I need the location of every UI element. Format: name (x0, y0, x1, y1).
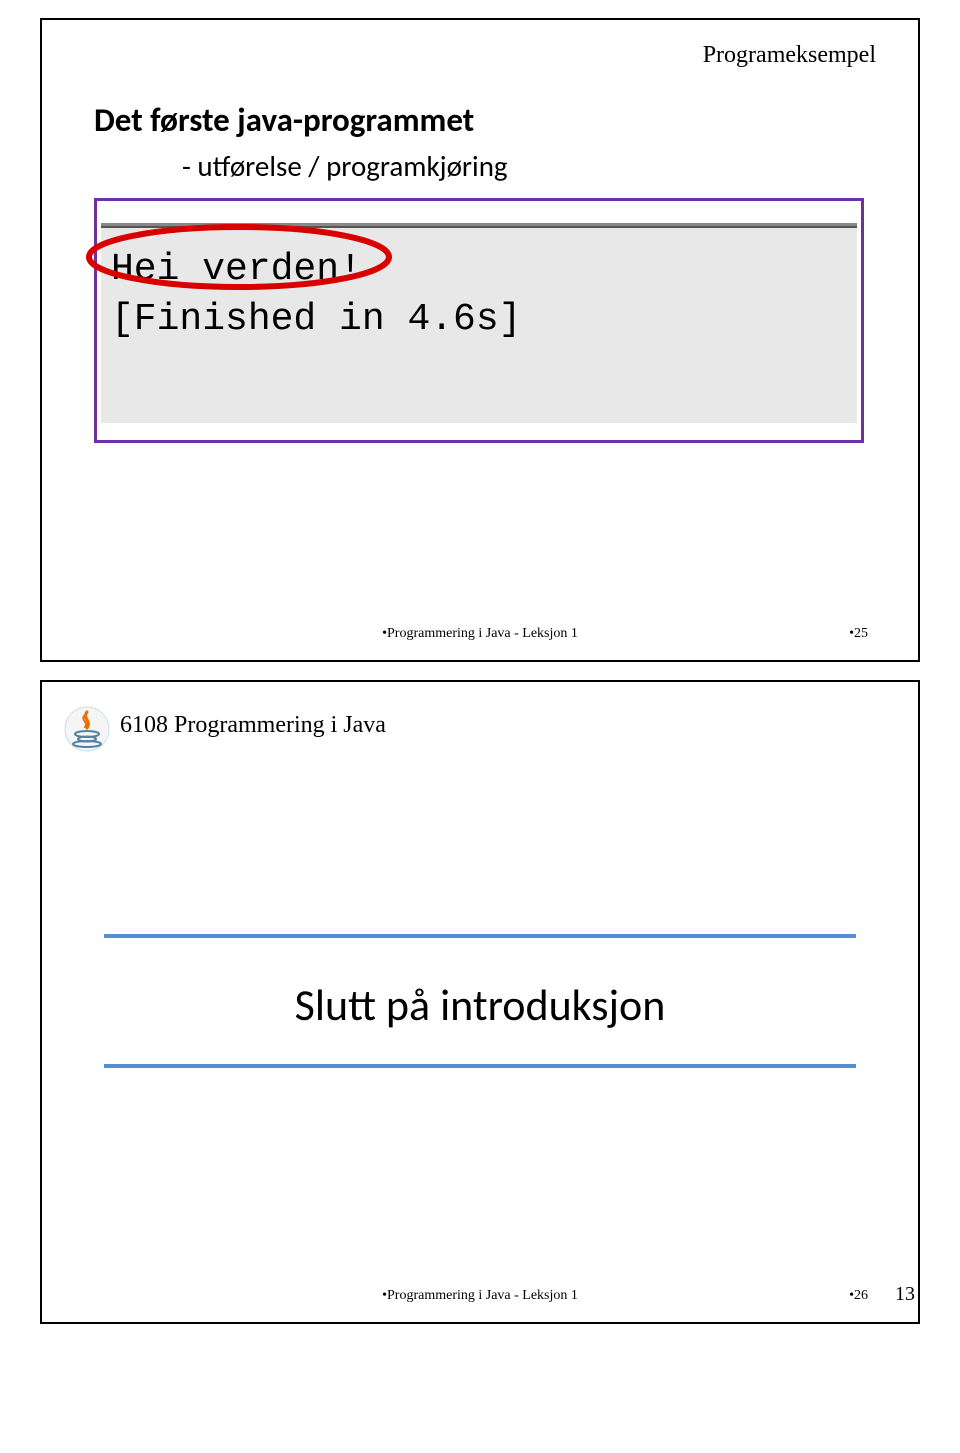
slide2-footer-center: •Programmering i Java - Leksjon 1 (42, 1288, 918, 1304)
slide1-subtitle: - utførelse / programkjøring (182, 148, 508, 184)
divider-bottom (104, 1064, 856, 1068)
slide1-title: Det første java-programmet (94, 100, 474, 140)
console-inner: Hei verden! [Finished in 4.6s] (101, 223, 857, 423)
java-logo-icon (64, 706, 110, 752)
slide-1: Programeksempel Det første java-programm… (40, 18, 920, 662)
slide2-course: 6108 Programmering i Java (120, 712, 386, 739)
page-number: 13 (895, 1283, 915, 1306)
slide1-footer-right: •25 (849, 626, 868, 642)
divider-top (104, 934, 856, 938)
slide1-tag: Programeksempel (703, 42, 876, 69)
slide1-footer-center: •Programmering i Java - Leksjon 1 (42, 626, 918, 642)
console-line-1: Hei verden! (111, 248, 362, 291)
console-topbar (101, 226, 857, 228)
slide-2: 6108 Programmering i Java Slutt på intro… (40, 680, 920, 1324)
console-line-2: [Finished in 4.6s] (111, 298, 521, 341)
slide2-title: Slutt på introduksjon (42, 978, 918, 1032)
slide2-footer-right: •26 (849, 1288, 868, 1304)
console-output-box: Hei verden! [Finished in 4.6s] (94, 198, 864, 443)
document-page: Programeksempel Det første java-programm… (0, 18, 960, 1324)
